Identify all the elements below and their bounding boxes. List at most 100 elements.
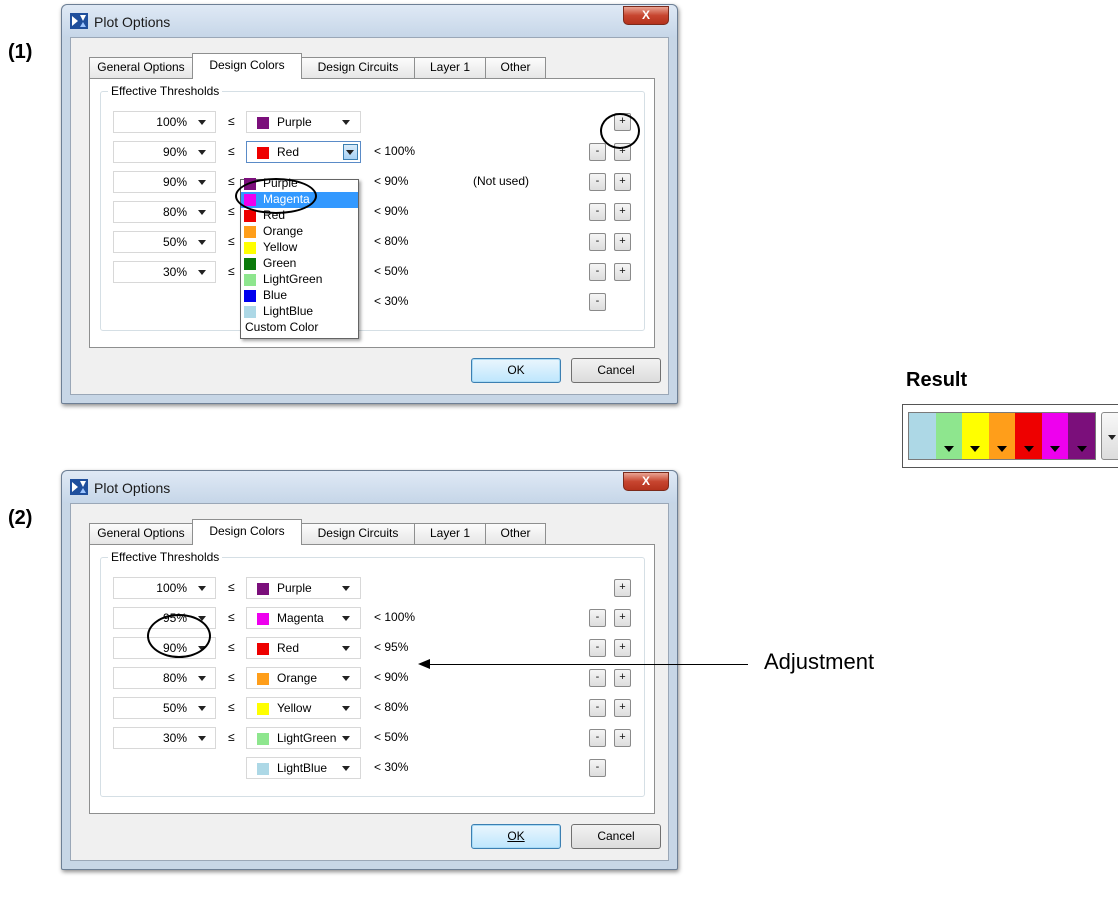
threshold-percent-value: 80%: [162, 671, 187, 685]
color-name: LightBlue: [263, 304, 314, 318]
threshold-percent-value: 30%: [162, 265, 187, 279]
threshold-percent-select[interactable]: 100%: [113, 577, 216, 599]
result-color-bar: [902, 404, 1118, 468]
result-swatch-lightgreen[interactable]: [935, 413, 963, 459]
threshold-percent-select[interactable]: 30%: [113, 261, 216, 283]
less-equal-symbol: ≤: [228, 204, 235, 218]
dropdown-item-green[interactable]: Green: [241, 256, 358, 272]
add-threshold-button[interactable]: +: [614, 729, 631, 747]
add-threshold-button[interactable]: +: [614, 609, 631, 627]
tab-other[interactable]: Other: [485, 523, 546, 544]
result-swatch-magenta[interactable]: [1041, 413, 1069, 459]
threshold-percent-value: 50%: [162, 235, 187, 249]
add-threshold-button[interactable]: +: [614, 173, 631, 191]
add-threshold-button[interactable]: +: [614, 669, 631, 687]
remove-threshold-button[interactable]: -: [589, 203, 606, 221]
result-swatch-red[interactable]: [1015, 413, 1042, 459]
threshold-percent-select[interactable]: 30%: [113, 727, 216, 749]
color-select[interactable]: LightBlue: [246, 757, 361, 779]
threshold-percent-value: 90%: [162, 175, 187, 189]
threshold-percent-select[interactable]: 100%: [113, 111, 216, 133]
color-select[interactable]: Purple: [246, 577, 361, 599]
tab-layer-1[interactable]: Layer 1: [414, 523, 486, 544]
less-than-bound: < 30%: [374, 294, 409, 308]
color-select[interactable]: Purple: [246, 111, 361, 133]
add-threshold-button[interactable]: +: [614, 233, 631, 251]
color-select[interactable]: Yellow: [246, 697, 361, 719]
dropdown-item-yellow[interactable]: Yellow: [241, 240, 358, 256]
tab-design-circuits[interactable]: Design Circuits: [301, 57, 415, 78]
cancel-button[interactable]: Cancel: [571, 358, 661, 383]
color-name: Red: [277, 641, 300, 655]
result-swatch-lightblue[interactable]: [909, 413, 936, 459]
color-name: Red: [277, 145, 300, 159]
result-dropdown-button[interactable]: [1101, 412, 1118, 460]
chevron-down-icon: [198, 676, 206, 681]
title-bar[interactable]: Plot Options X: [62, 5, 677, 37]
add-threshold-button[interactable]: +: [614, 263, 631, 281]
color-swatch: [257, 703, 269, 715]
threshold-percent-select[interactable]: 90%: [113, 171, 216, 193]
chevron-down-icon: [342, 646, 350, 651]
color-name: Yellow: [277, 701, 312, 715]
threshold-percent-value: 30%: [162, 731, 187, 745]
color-name: Purple: [277, 581, 312, 595]
group-title: Effective Thresholds: [108, 550, 223, 564]
tab-design-colors[interactable]: Design Colors: [192, 53, 302, 79]
add-threshold-button[interactable]: +: [614, 203, 631, 221]
title-bar[interactable]: Plot Options X: [62, 471, 677, 503]
tab-design-colors[interactable]: Design Colors: [192, 519, 302, 545]
cancel-button[interactable]: Cancel: [571, 824, 661, 849]
remove-threshold-button[interactable]: -: [589, 233, 606, 251]
color-name: Green: [263, 256, 297, 270]
remove-threshold-button[interactable]: -: [589, 143, 606, 161]
design-colors-panel: Effective Thresholds 100% ≤ Purple +95% ≤ Mag…: [89, 544, 655, 814]
tab-design-circuits[interactable]: Design Circuits: [301, 523, 415, 544]
remove-threshold-button[interactable]: -: [589, 729, 606, 747]
design-colors-panel: Effective Thresholds 100% ≤ Purple +90% ≤ Red…: [89, 78, 655, 348]
remove-threshold-button[interactable]: -: [589, 173, 606, 191]
ok-button[interactable]: OK: [471, 358, 561, 383]
remove-threshold-button[interactable]: -: [589, 293, 606, 311]
dropdown-item-lightblue[interactable]: LightBlue: [241, 304, 358, 320]
threshold-percent-select[interactable]: 90%: [113, 141, 216, 163]
add-threshold-button[interactable]: +: [614, 699, 631, 717]
result-swatch-yellow[interactable]: [962, 413, 989, 459]
tab-general-options[interactable]: General Options: [89, 523, 193, 544]
close-button[interactable]: X: [623, 472, 669, 491]
remove-threshold-button[interactable]: -: [589, 263, 606, 281]
add-threshold-button[interactable]: +: [614, 639, 631, 657]
result-swatch-purple[interactable]: [1068, 413, 1095, 459]
remove-threshold-button[interactable]: -: [589, 669, 606, 687]
color-select[interactable]: LightGreen: [246, 727, 361, 749]
tab-layer-1[interactable]: Layer 1: [414, 57, 486, 78]
color-select[interactable]: Magenta: [246, 607, 361, 629]
less-equal-symbol: ≤: [228, 670, 235, 684]
dropdown-item-blue[interactable]: Blue: [241, 288, 358, 304]
result-swatches: [908, 412, 1096, 460]
tab-general-options[interactable]: General Options: [89, 57, 193, 78]
tab-other[interactable]: Other: [485, 57, 546, 78]
dropdown-item-custom-color[interactable]: Custom Color: [241, 320, 358, 336]
remove-threshold-button[interactable]: -: [589, 639, 606, 657]
dropdown-item-orange[interactable]: Orange: [241, 224, 358, 240]
color-select[interactable]: Orange: [246, 667, 361, 689]
ok-button[interactable]: OK: [471, 824, 561, 849]
remove-threshold-button[interactable]: -: [589, 699, 606, 717]
result-swatch-orange[interactable]: [988, 413, 1016, 459]
color-select[interactable]: Red: [246, 141, 361, 163]
remove-threshold-button[interactable]: -: [589, 609, 606, 627]
color-swatch: [257, 583, 269, 595]
color-select[interactable]: Red: [246, 637, 361, 659]
close-button[interactable]: X: [623, 6, 669, 25]
chevron-down-icon: [1050, 446, 1061, 452]
dropdown-button[interactable]: [343, 144, 358, 160]
threshold-percent-select[interactable]: 80%: [113, 667, 216, 689]
add-threshold-button[interactable]: +: [614, 579, 631, 597]
remove-threshold-button[interactable]: -: [589, 759, 606, 777]
threshold-percent-select[interactable]: 50%: [113, 231, 216, 253]
threshold-percent-select[interactable]: 80%: [113, 201, 216, 223]
threshold-percent-select[interactable]: 50%: [113, 697, 216, 719]
chevron-down-icon: [342, 706, 350, 711]
dropdown-item-lightgreen[interactable]: LightGreen: [241, 272, 358, 288]
